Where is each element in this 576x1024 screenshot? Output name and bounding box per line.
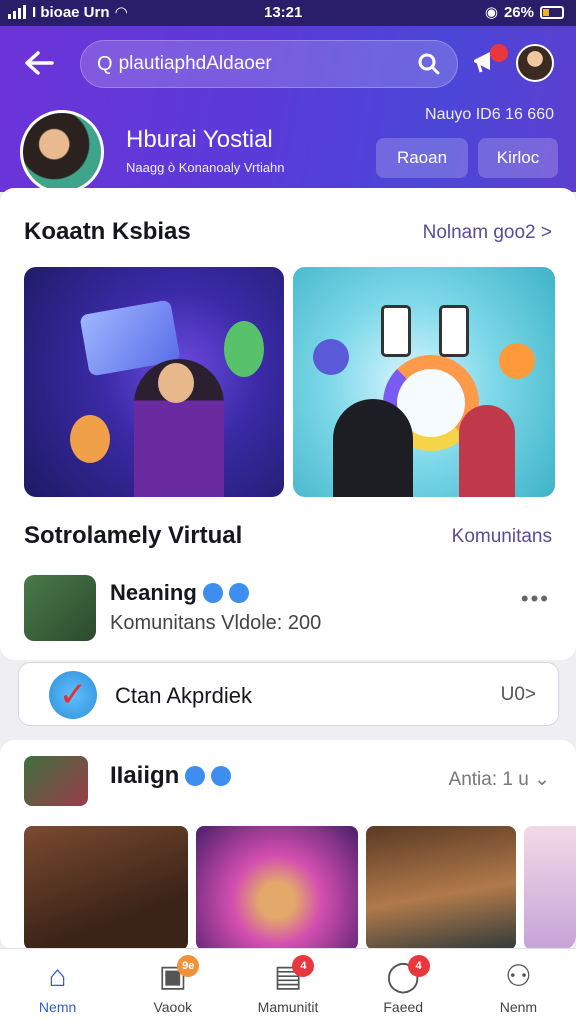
nav-label: Faeed	[383, 999, 424, 1015]
post-photo[interactable]	[196, 826, 358, 950]
home-icon: ⌂	[48, 960, 67, 993]
checkmark-icon: ✓	[49, 671, 97, 719]
nav-item-feed[interactable]: ◯ 4 Faeed	[346, 949, 461, 1024]
post-photo[interactable]	[366, 826, 516, 950]
alarm-icon: ◉	[484, 4, 498, 21]
verified-icon	[202, 583, 223, 603]
nav-badge: 4	[292, 955, 315, 977]
profile-name: Hburai Yostial	[126, 126, 273, 153]
post-author: IIaiign	[110, 762, 180, 789]
community-link[interactable]: Komunitans	[452, 526, 552, 548]
nav-item-video[interactable]: ▣ 9e Vaook	[115, 949, 230, 1024]
person-figure	[459, 405, 515, 497]
gear-icon	[499, 343, 535, 379]
list-item-name: Neaning	[110, 580, 197, 605]
battery-icon	[540, 5, 564, 19]
list-item-title[interactable]: Neaning	[110, 580, 249, 606]
profile-header: Q plautiaphdAldaoer Hburai Yostial Naagg…	[0, 26, 576, 194]
toy-figure-graphic	[70, 415, 110, 463]
post-meta-text: Antia: 1 u	[448, 769, 529, 790]
post-meta[interactable]: Antia: 1 u ⌄	[449, 768, 550, 791]
list-item-avatar[interactable]	[24, 575, 96, 641]
search-prefix-icon: Q	[97, 52, 113, 75]
search-bar[interactable]: Q plautiaphdAldaoer	[80, 40, 458, 88]
music-icon	[313, 339, 349, 375]
profile-stats: Nauyo ID6 16 660	[425, 106, 554, 123]
nav-label: Vaook	[153, 999, 193, 1015]
phone-graphic	[381, 305, 411, 357]
header-button-2[interactable]: Kirloc	[478, 138, 558, 178]
nav-badge: 4	[407, 955, 430, 977]
feature-tile-2[interactable]	[293, 267, 555, 497]
signal-icon	[8, 5, 26, 19]
search-icon[interactable]	[417, 52, 441, 76]
search-input[interactable]: plautiaphdAldaoer	[119, 53, 417, 75]
nav-item-home[interactable]: ⌂ Nemn	[0, 949, 115, 1024]
profile-subtitle: Naagg ò Konanoaly Vrtiahn	[126, 160, 285, 175]
toy-figure-graphic	[224, 321, 264, 377]
back-button[interactable]	[22, 46, 62, 82]
status-bar: I bioae Urn ◠ 13:21 ◉ 26%	[0, 0, 576, 26]
profile-icon: ⚇	[504, 960, 532, 993]
verified-icon	[185, 766, 206, 786]
action-label: Ctan Akprdiek	[115, 683, 252, 708]
nav-label: Nemn	[38, 999, 77, 1015]
notification-dot	[490, 44, 508, 62]
post-avatar[interactable]	[24, 756, 88, 806]
section-title: Koaatn Ksbias	[24, 218, 191, 245]
nav-badge: 9e	[177, 955, 200, 977]
chevron-down-icon: ⌄	[534, 769, 550, 790]
verified-icon	[228, 583, 249, 603]
feature-tile-1[interactable]	[24, 267, 284, 497]
nav-item-profile[interactable]: ⚇ Nenm	[461, 949, 576, 1024]
more-options-icon[interactable]: •••	[521, 586, 550, 612]
carrier-label: I bioae Urn	[32, 3, 110, 21]
back-arrow-icon	[25, 51, 54, 75]
clock: 13:21	[264, 4, 303, 21]
nav-item-community[interactable]: ▤ 4 Mamunitit	[230, 949, 345, 1024]
post-photo[interactable]	[24, 826, 188, 950]
action-value: U0>	[500, 684, 536, 705]
see-more-link[interactable]: Nolnam goo2 >	[423, 222, 552, 244]
bottom-nav: ⌂ Nemn ▣ 9e Vaook ▤ 4 Mamunitit ◯ 4 Faee…	[0, 948, 576, 1024]
nav-label: Nenm	[499, 999, 538, 1015]
post-photo[interactable]	[524, 826, 576, 950]
presenter-head	[158, 363, 194, 403]
phone-graphic	[439, 305, 469, 357]
verified-icon	[211, 766, 232, 786]
nav-label: Mamunitit	[257, 999, 319, 1015]
section-title: Sotrolamely Virtual	[24, 522, 243, 549]
wifi-icon: ◠	[115, 4, 128, 21]
notification-button[interactable]	[470, 44, 508, 80]
featured-card: Koaatn Ksbias Nolnam goo2 > Sotrolamely …	[0, 188, 576, 660]
person-figure	[333, 399, 413, 497]
battery-label: 26%	[503, 3, 534, 21]
header-button-1[interactable]: Raoan	[376, 138, 468, 178]
profile-avatar	[20, 110, 104, 194]
list-item-subtitle: Komunitans Vldole: 200	[110, 612, 322, 634]
action-row[interactable]: ✓ Ctan Akprdiek U0>	[18, 662, 559, 726]
user-avatar[interactable]	[516, 44, 554, 82]
post-card: IIaiign Antia: 1 u ⌄	[0, 740, 576, 950]
post-title[interactable]: IIaiign	[110, 762, 232, 790]
